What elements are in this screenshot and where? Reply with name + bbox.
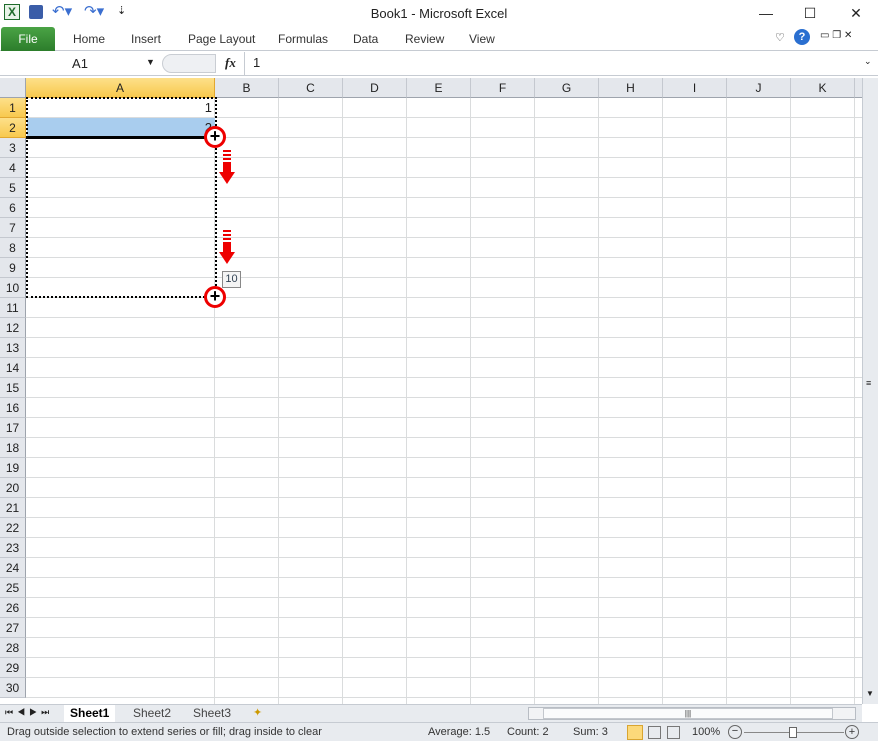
help-icon[interactable]: ? [794,29,810,45]
row-header-3[interactable]: 3 [0,138,26,158]
row-header-8[interactable]: 8 [0,238,26,258]
column-header-A[interactable]: A [26,78,215,98]
drag-down-arrow-icon [219,230,235,264]
row-header-2[interactable]: 2 [0,118,26,138]
zoom-level[interactable]: 100% [692,723,720,742]
row-header-27[interactable]: 27 [0,618,26,638]
column-header-H[interactable]: H [599,78,663,98]
page-break-view-button[interactable] [667,726,680,739]
row-header-10[interactable]: 10 [0,278,26,298]
column-header-B[interactable]: B [215,78,279,98]
minimize-button[interactable]: — [746,0,786,26]
formula-bar-resize-handle[interactable] [162,54,216,73]
row-header-13[interactable]: 13 [0,338,26,358]
tab-data[interactable]: Data [353,32,378,46]
file-tab[interactable]: File [1,27,55,51]
zoom-in-button[interactable]: + [845,725,859,739]
row-header-5[interactable]: 5 [0,178,26,198]
tab-view[interactable]: View [469,32,495,46]
sheet-tab-sheet2[interactable]: Sheet2 [127,705,177,722]
column-header-D[interactable]: D [343,78,407,98]
insert-sheet-icon[interactable]: ✦ [253,706,262,719]
status-count: Count: 2 [507,726,549,738]
row-header-7[interactable]: 7 [0,218,26,238]
row-header-24[interactable]: 24 [0,558,26,578]
row-header-30[interactable]: 30 [0,678,26,698]
row-header-17[interactable]: 17 [0,418,26,438]
tab-insert[interactable]: Insert [131,32,161,46]
drag-down-arrow-icon [219,150,235,184]
row-header-19[interactable]: 19 [0,458,26,478]
minimize-ribbon-icon[interactable]: ♡ [775,31,785,44]
row-header-1[interactable]: 1 [0,98,26,118]
close-button[interactable]: ✕ [836,0,876,26]
column-header-E[interactable]: E [407,78,471,98]
horizontal-scrollbar[interactable]: ||| [528,707,856,720]
row-header-15[interactable]: 15 [0,378,26,398]
tab-formulas[interactable]: Formulas [278,32,328,46]
row-header-29[interactable]: 29 [0,658,26,678]
insert-function-icon[interactable]: fx [225,55,236,71]
maximize-button[interactable]: ☐ [790,0,830,26]
row-header-16[interactable]: 16 [0,398,26,418]
column-header-F[interactable]: F [471,78,535,98]
tab-home[interactable]: Home [73,32,105,46]
row-header-18[interactable]: 18 [0,438,26,458]
row-header-26[interactable]: 26 [0,598,26,618]
name-box[interactable]: A1 [2,53,158,74]
row-header-21[interactable]: 21 [0,498,26,518]
row-header-11[interactable]: 11 [0,298,26,318]
expand-formula-bar-icon[interactable]: ⌄ [864,56,872,67]
row-header-6[interactable]: 6 [0,198,26,218]
formula-input[interactable]: 1 [253,55,853,70]
sheet-navigation-icon[interactable]: ⏮◀▶⏭ [5,707,53,718]
row-header-28[interactable]: 28 [0,638,26,658]
status-average: Average: 1.5 [428,726,491,738]
row-header-12[interactable]: 12 [0,318,26,338]
sheet-tab-sheet1[interactable]: Sheet1 [64,705,116,722]
tab-review[interactable]: Review [405,32,444,46]
status-sum: Sum: 3 [573,726,608,738]
normal-view-button[interactable] [627,725,643,740]
row-header-23[interactable]: 23 [0,538,26,558]
workbook-controls-icon[interactable]: ▭ ❐ ✕ [820,30,852,41]
column-header-C[interactable]: C [279,78,343,98]
copy-marquee [26,97,217,298]
row-header-20[interactable]: 20 [0,478,26,498]
select-all-button[interactable] [0,78,26,98]
row-header-9[interactable]: 9 [0,258,26,278]
vertical-scrollbar[interactable]: ≡ ▼ [862,78,878,704]
tab-page-layout[interactable]: Page Layout [188,32,255,46]
row-header-14[interactable]: 14 [0,358,26,378]
column-header-K[interactable]: K [791,78,855,98]
column-header-J[interactable]: J [727,78,791,98]
title-bar: X ↶▾ ↷▾ ⇣ Book1 - Microsoft Excel — ☐ ✕ [0,0,878,26]
fill-handle-crosshair-icon[interactable]: + [204,126,226,148]
row-header-22[interactable]: 22 [0,518,26,538]
fill-handle-crosshair-icon-end: + [204,286,226,308]
zoom-slider-thumb[interactable] [789,727,797,738]
sheet-tab-bar: ⏮◀▶⏭ Sheet1 Sheet2 Sheet3 ✦ ||| [0,704,862,722]
status-bar: Drag outside selection to extend series … [0,722,878,741]
fill-value-tooltip: 10 [222,271,241,288]
row-header-4[interactable]: 4 [0,158,26,178]
row-header-25[interactable]: 25 [0,578,26,598]
status-message: Drag outside selection to extend series … [7,726,322,738]
column-header-I[interactable]: I [663,78,727,98]
page-layout-view-button[interactable] [648,726,661,739]
selection-border [26,136,216,139]
ribbon-tabs: Home Insert Page Layout Formulas Data Re… [0,26,878,51]
column-header-G[interactable]: G [535,78,599,98]
zoom-out-button[interactable]: − [728,725,742,739]
sheet-tab-sheet3[interactable]: Sheet3 [187,705,237,722]
